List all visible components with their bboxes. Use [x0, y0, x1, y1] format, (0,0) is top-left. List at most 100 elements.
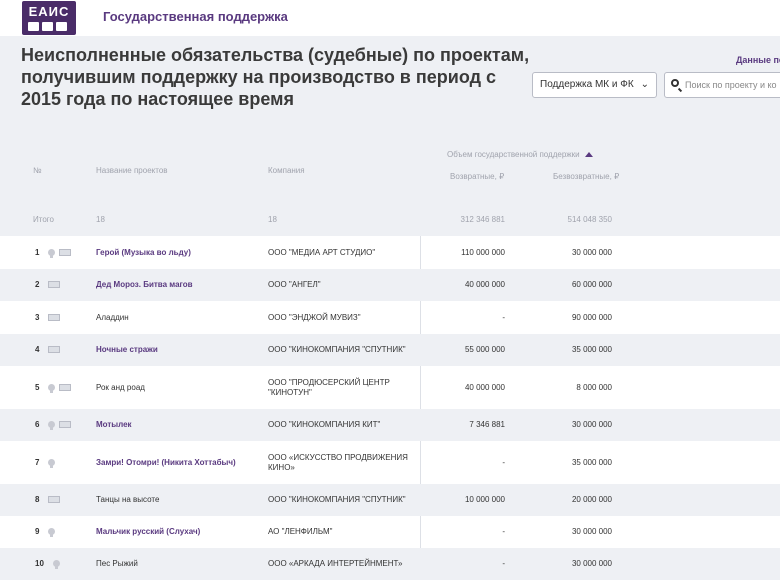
project-name[interactable]: Герой (Музыка во льду) — [96, 248, 191, 257]
search-placeholder: Поиск по проекту и ко — [685, 80, 777, 90]
header-volume[interactable]: Объем государственной поддержки — [447, 150, 593, 159]
returnable-amount: 40 000 000 — [464, 280, 505, 289]
project-name: Пес Рыжий — [96, 559, 138, 568]
data-link[interactable]: Данные по — [736, 55, 780, 65]
project-name[interactable]: Мотылек — [96, 420, 132, 429]
returnable-amount: 40 000 000 — [464, 383, 505, 392]
film-icon — [48, 496, 60, 504]
table-row[interactable]: 2 Дед Мороз. Битва магов ООО "АНГЕЛ" 40 000… — [0, 269, 780, 301]
returnable-amount: - — [502, 458, 505, 467]
award-icon — [48, 528, 55, 538]
search-icon — [671, 79, 679, 87]
brand-title[interactable]: Государственная поддержка — [103, 9, 288, 24]
logo-blocks-icon — [28, 22, 67, 31]
header-name[interactable]: Название проектов — [96, 166, 168, 175]
returnable-amount: - — [502, 313, 505, 322]
award-icon — [48, 421, 55, 431]
header-returnable[interactable]: Возвратные, ₽ — [450, 172, 504, 181]
total-nonreturnable: 514 048 350 — [567, 215, 613, 224]
film-icon — [59, 384, 71, 392]
support-type-select[interactable]: Поддержка МК и ФК ⌄ — [532, 72, 657, 98]
project-name: Рок анд роад — [96, 383, 145, 392]
eais-logo[interactable]: ЕАИС — [22, 1, 76, 35]
company-name: ООО "КИНОКОМПАНИЯ КИТ" — [268, 420, 381, 429]
logo-text: ЕАИС — [28, 4, 70, 19]
company-name: АО "ЛЕНФИЛЬМ" — [268, 527, 333, 536]
film-icon — [59, 421, 71, 429]
table-row[interactable]: 1 Герой (Музыка во льду) ООО "МЕДИА АРТ СТ… — [0, 236, 780, 269]
row-icons — [48, 345, 60, 354]
header-nonreturnable[interactable]: Безвозвратные, ₽ — [553, 172, 619, 181]
returnable-amount: 10 000 000 — [464, 495, 505, 504]
row-number: 2 — [35, 280, 40, 289]
film-icon — [48, 314, 60, 322]
company-name: ООО "ПРОДЮСЕРСКИЙ ЦЕНТР "КИНОТУН" — [268, 378, 390, 397]
returnable-amount: 55 000 000 — [464, 345, 505, 354]
company-name: ООО «АРКАДА ИНТЕРТЕЙНМЕНТ» — [268, 559, 403, 568]
total-projects: 18 — [96, 215, 105, 224]
row-number: 1 — [35, 248, 40, 257]
total-label: Итого — [33, 215, 54, 224]
row-number: 6 — [35, 420, 40, 429]
award-icon — [48, 459, 55, 469]
company-name: ООО "КИНОКОМПАНИЯ "СПУТНИК" — [268, 345, 406, 354]
table-row[interactable]: 6 Мотылек ООО "КИНОКОМПАНИЯ КИТ" 7 346 881 3… — [0, 409, 780, 441]
row-icons — [48, 280, 60, 289]
row-icons — [48, 420, 71, 431]
company-name: ООО "ЭНДЖОЙ МУВИЗ" — [268, 313, 361, 322]
header-company[interactable]: Компания — [268, 166, 305, 175]
row-number: 9 — [35, 527, 40, 536]
chevron-down-icon: ⌄ — [640, 79, 649, 90]
nonreturnable-amount: 30 000 000 — [571, 420, 612, 429]
award-icon — [53, 560, 60, 570]
company-name: ООО "МЕДИА АРТ СТУДИО" — [268, 248, 376, 257]
company-name: ООО "КИНОКОМПАНИЯ "СПУТНИК" — [268, 495, 406, 504]
row-number: 8 — [35, 495, 40, 504]
award-icon — [48, 384, 55, 394]
project-name[interactable]: Мальчик русский (Слухач) — [96, 527, 200, 536]
row-number: 7 — [35, 458, 40, 467]
row-icons — [53, 559, 64, 570]
film-icon — [59, 249, 71, 257]
header-num: № — [33, 166, 42, 175]
hero-section: Неисполненные обязательства (судебные) п… — [0, 36, 780, 206]
sort-up-icon[interactable] — [584, 152, 593, 158]
table-row[interactable]: 10 Пес Рыжий ООО «АРКАДА ИНТЕРТЕЙНМЕНТ» - 30… — [0, 548, 780, 580]
support-select-value: Поддержка МК и ФК — [540, 79, 634, 90]
search-input[interactable]: Поиск по проекту и ко — [664, 72, 780, 98]
page-title: Неисполненные обязательства (судебные) п… — [21, 45, 530, 109]
project-name[interactable]: Дед Мороз. Битва магов — [96, 280, 193, 289]
nonreturnable-amount: 30 000 000 — [571, 559, 612, 568]
project-name[interactable]: Ночные стражи — [96, 345, 158, 354]
nonreturnable-amount: 30 000 000 — [571, 527, 612, 536]
table-row[interactable]: 4 Ночные стражи ООО "КИНОКОМПАНИЯ "СПУТНИК… — [0, 334, 780, 366]
table-row[interactable]: 3 Аладдин ООО "ЭНДЖОЙ МУВИЗ" - 90 000 000 — [0, 301, 780, 334]
row-number: 3 — [35, 313, 40, 322]
project-name: Танцы на высоте — [96, 495, 160, 504]
table-row[interactable]: 9 Мальчик русский (Слухач) АО "ЛЕНФИЛЬМ" - 3… — [0, 516, 780, 548]
nonreturnable-amount: 90 000 000 — [571, 313, 612, 322]
nonreturnable-amount: 20 000 000 — [571, 495, 612, 504]
total-companies: 18 — [268, 215, 277, 224]
returnable-amount: 110 000 000 — [461, 248, 505, 257]
company-name: ООО «ИСКУССТВО ПРОДВИЖЕНИЯ КИНО» — [268, 453, 408, 472]
table-row[interactable]: 5 Рок анд роад ООО "ПРОДЮСЕРСКИЙ ЦЕНТР "КИ… — [0, 366, 780, 409]
table-row[interactable]: 7 Замри! Отомри! (Никита Хоттабыч) ООО «ИС… — [0, 441, 780, 484]
table-row[interactable]: 8 Танцы на высоте ООО "КИНОКОМПАНИЯ "СПУТН… — [0, 484, 780, 516]
nonreturnable-amount: 8 000 000 — [576, 383, 612, 392]
returnable-amount: - — [502, 559, 505, 568]
award-icon — [48, 249, 55, 259]
total-row: Итого 18 18 312 346 881 514 048 350 — [0, 203, 780, 236]
row-number: 10 — [35, 559, 44, 568]
row-icons — [48, 458, 59, 469]
row-icons — [48, 313, 60, 322]
returnable-amount: - — [502, 527, 505, 536]
row-number: 4 — [35, 345, 40, 354]
nonreturnable-amount: 35 000 000 — [571, 458, 612, 467]
project-name[interactable]: Замри! Отомри! (Никита Хоттабыч) — [96, 458, 236, 467]
film-icon — [48, 346, 60, 354]
row-number: 5 — [35, 383, 40, 392]
film-icon — [48, 281, 60, 289]
top-bar: ЕАИС Государственная поддержка — [0, 0, 780, 36]
row-icons — [48, 383, 71, 394]
